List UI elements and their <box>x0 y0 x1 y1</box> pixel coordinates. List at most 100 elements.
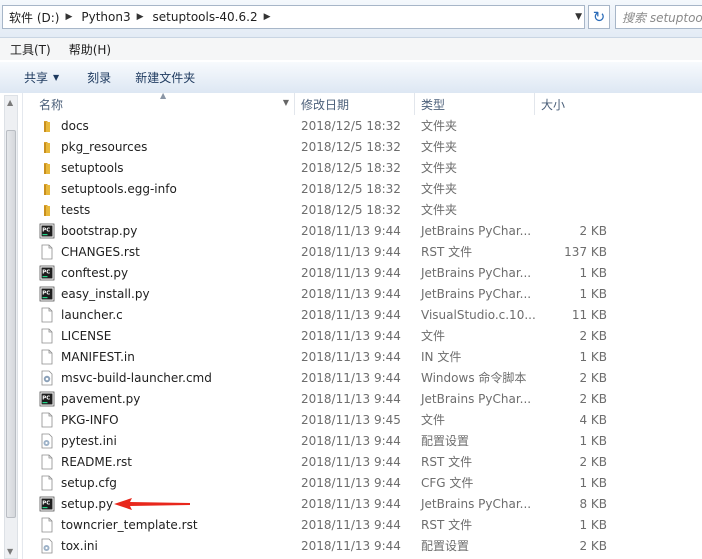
file-name: docs <box>61 118 89 133</box>
column-size-label: 大小 <box>541 97 566 112</box>
file-name-cell[interactable]: PC pavement.py <box>23 391 295 407</box>
file-name-cell[interactable]: PC conftest.py <box>23 265 295 281</box>
file-type: CFG 文件 <box>421 476 474 490</box>
folder-icon <box>39 118 55 134</box>
file-row[interactable]: launcher.c 2018/11/13 9:44 VisualStudio.c.… <box>23 304 702 325</box>
file-row[interactable]: pytest.ini 2018/11/13 9:44 配置设置 1 KB <box>23 430 702 451</box>
burn-button[interactable]: 刻录 <box>69 69 121 86</box>
file-date: 2018/11/13 9:44 <box>301 349 401 364</box>
file-name-cell[interactable]: README.rst <box>23 454 295 470</box>
chevron-right-icon[interactable]: ▶ <box>137 12 144 22</box>
command-toolbar: 共享 ▼ 刻录 新建文件夹 <box>0 61 702 94</box>
chevron-right-icon[interactable]: ▶ <box>65 12 72 22</box>
file-name-cell[interactable]: PC bootstrap.py <box>23 223 295 239</box>
file-row[interactable]: MANIFEST.in 2018/11/13 9:44 IN 文件 1 KB <box>23 346 702 367</box>
file-date: 2018/11/13 9:44 <box>301 265 401 280</box>
file-name-cell[interactable]: setuptools.egg-info <box>23 181 295 197</box>
file-type: 配置设置 <box>421 539 470 553</box>
column-header-size[interactable]: 大小 <box>535 93 702 115</box>
file-row[interactable]: docs 2018/12/5 18:32 文件夹 <box>23 115 702 136</box>
file-row[interactable]: setuptools 2018/12/5 18:32 文件夹 <box>23 157 702 178</box>
file-icon <box>39 412 55 428</box>
chevron-down-icon[interactable]: ▼ <box>575 12 582 22</box>
file-row[interactable]: pkg_resources 2018/12/5 18:32 文件夹 <box>23 136 702 157</box>
file-row[interactable]: CHANGES.rst 2018/11/13 9:44 RST 文件 137 KB <box>23 241 702 262</box>
scroll-down-icon[interactable]: ▼ <box>7 547 13 556</box>
file-name: msvc-build-launcher.cmd <box>61 370 212 385</box>
file-name-cell[interactable]: setup.cfg <box>23 475 295 491</box>
sort-ascending-icon: ▲ <box>160 91 167 100</box>
folder-icon <box>39 160 55 176</box>
file-name-cell[interactable]: CHANGES.rst <box>23 244 295 260</box>
navigation-scrollbar[interactable]: ▲ ▼ <box>4 95 18 559</box>
file-icon <box>39 454 55 470</box>
menu-tools[interactable]: 工具(T) <box>0 41 59 58</box>
file-name-cell[interactable]: MANIFEST.in <box>23 349 295 365</box>
file-row[interactable]: setuptools.egg-info 2018/12/5 18:32 文件夹 <box>23 178 702 199</box>
file-name: README.rst <box>61 454 133 469</box>
file-row[interactable]: LICENSE 2018/11/13 9:44 文件 2 KB <box>23 325 702 346</box>
file-name: setuptools <box>61 160 124 175</box>
file-row[interactable]: msvc-build-launcher.cmd 2018/11/13 9:44 Wi… <box>23 367 702 388</box>
file-name-cell[interactable]: msvc-build-launcher.cmd <box>23 370 295 386</box>
file-name-cell[interactable]: launcher.c <box>23 307 295 323</box>
share-button[interactable]: 共享 ▼ <box>0 69 69 86</box>
file-icon <box>39 475 55 491</box>
file-name: conftest.py <box>61 265 129 280</box>
menu-help[interactable]: 帮助(H) <box>59 41 119 58</box>
file-name-cell[interactable]: pkg_resources <box>23 139 295 155</box>
file-icon <box>39 307 55 323</box>
cmd-script-icon <box>39 370 55 386</box>
file-date: 2018/11/13 9:44 <box>301 223 401 238</box>
file-row[interactable]: PC bootstrap.py 2018/11/13 9:44 JetBrains P… <box>23 220 702 241</box>
search-input[interactable]: 搜索 setuptools <box>615 5 702 29</box>
file-date: 2018/11/13 9:44 <box>301 433 401 448</box>
column-header-type[interactable]: 类型 <box>415 93 535 115</box>
file-name-cell[interactable]: towncrier_template.rst <box>23 517 295 533</box>
file-row[interactable]: tests 2018/12/5 18:32 文件夹 <box>23 199 702 220</box>
chevron-right-icon[interactable]: ▶ <box>264 12 271 22</box>
settings-file-icon <box>39 433 55 449</box>
file-name-cell[interactable]: pytest.ini <box>23 433 295 449</box>
breadcrumb-item[interactable]: Python3 ▶ <box>75 10 146 24</box>
file-name-cell[interactable]: LICENSE <box>23 328 295 344</box>
address-bar[interactable]: 软件 (D:) ▶ Python3 ▶ setuptools-40.6.2 ▶ … <box>2 5 585 29</box>
new-folder-button[interactable]: 新建文件夹 <box>121 69 205 86</box>
file-type: RST 文件 <box>421 455 473 469</box>
file-type: JetBrains PyChar... <box>421 496 532 511</box>
file-name-cell[interactable]: PKG-INFO <box>23 412 295 428</box>
scrollbar-thumb[interactable] <box>6 130 16 518</box>
svg-text:PC: PC <box>42 500 50 506</box>
file-row[interactable]: towncrier_template.rst 2018/11/13 9:44 RST… <box>23 514 702 535</box>
column-header-name[interactable]: ▲ 名称 ▼ <box>23 91 295 115</box>
column-header-date[interactable]: 修改日期 <box>295 93 415 115</box>
file-row[interactable]: README.rst 2018/11/13 9:44 RST 文件 2 KB <box>23 451 702 472</box>
file-row[interactable]: setup.cfg 2018/11/13 9:44 CFG 文件 1 KB <box>23 472 702 493</box>
file-name: pytest.ini <box>61 433 117 448</box>
file-name-cell[interactable]: tests <box>23 202 295 218</box>
file-name-cell[interactable]: tox.ini <box>23 538 295 554</box>
file-name: setuptools.egg-info <box>61 181 177 196</box>
svg-text:PC: PC <box>42 290 50 296</box>
file-name-cell[interactable]: setuptools <box>23 160 295 176</box>
file-date: 2018/12/5 18:32 <box>301 118 401 133</box>
file-row[interactable]: PC easy_install.py 2018/11/13 9:44 JetBrain… <box>23 283 702 304</box>
file-icon <box>39 349 55 365</box>
file-name-cell[interactable]: docs <box>23 118 295 134</box>
file-row[interactable]: tox.ini 2018/11/13 9:44 配置设置 2 KB <box>23 535 702 556</box>
file-date: 2018/12/5 18:32 <box>301 160 401 175</box>
file-date: 2018/11/13 9:44 <box>301 370 401 385</box>
chevron-down-icon[interactable]: ▼ <box>283 98 289 107</box>
file-size: 2 KB <box>579 223 607 238</box>
file-name-cell[interactable]: PC easy_install.py <box>23 286 295 302</box>
file-row[interactable]: PKG-INFO 2018/11/13 9:45 文件 4 KB <box>23 409 702 430</box>
breadcrumb-item[interactable]: 软件 (D:) ▶ <box>3 9 75 26</box>
breadcrumb-item[interactable]: setuptools-40.6.2 ▶ <box>147 10 274 24</box>
file-type: 文件夹 <box>421 182 458 196</box>
file-name: LICENSE <box>61 328 112 343</box>
file-size: 1 KB <box>579 517 607 532</box>
file-row[interactable]: PC pavement.py 2018/11/13 9:44 JetBrains Py… <box>23 388 702 409</box>
refresh-button[interactable]: ↻ <box>588 5 610 29</box>
file-row[interactable]: PC conftest.py 2018/11/13 9:44 JetBrains Py… <box>23 262 702 283</box>
scroll-up-icon[interactable]: ▲ <box>7 98 13 107</box>
